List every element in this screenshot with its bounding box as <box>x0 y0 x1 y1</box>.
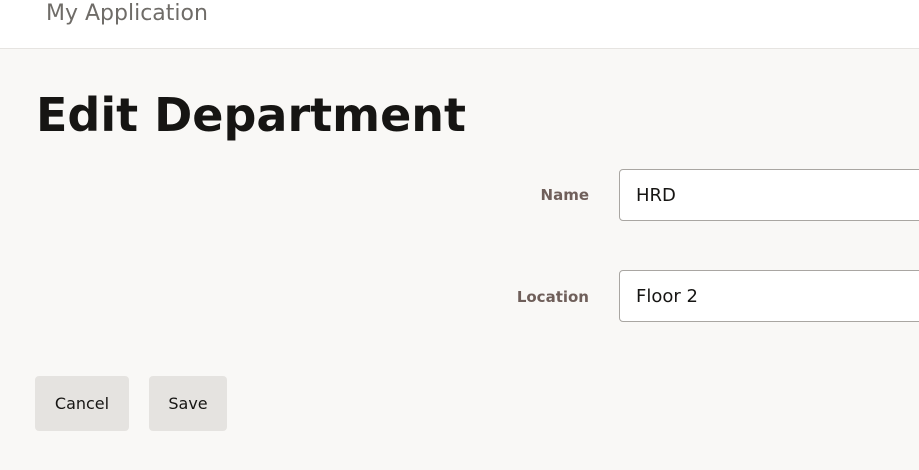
location-input[interactable] <box>619 270 919 322</box>
name-input[interactable] <box>619 169 919 221</box>
page-title: Edit Department <box>36 88 467 142</box>
app-title: My Application <box>46 1 208 26</box>
cancel-button[interactable]: Cancel <box>35 376 129 431</box>
name-label: Name <box>540 186 589 204</box>
location-label: Location <box>516 288 589 306</box>
app-header: My Application <box>0 0 919 49</box>
save-button[interactable]: Save <box>149 376 227 431</box>
